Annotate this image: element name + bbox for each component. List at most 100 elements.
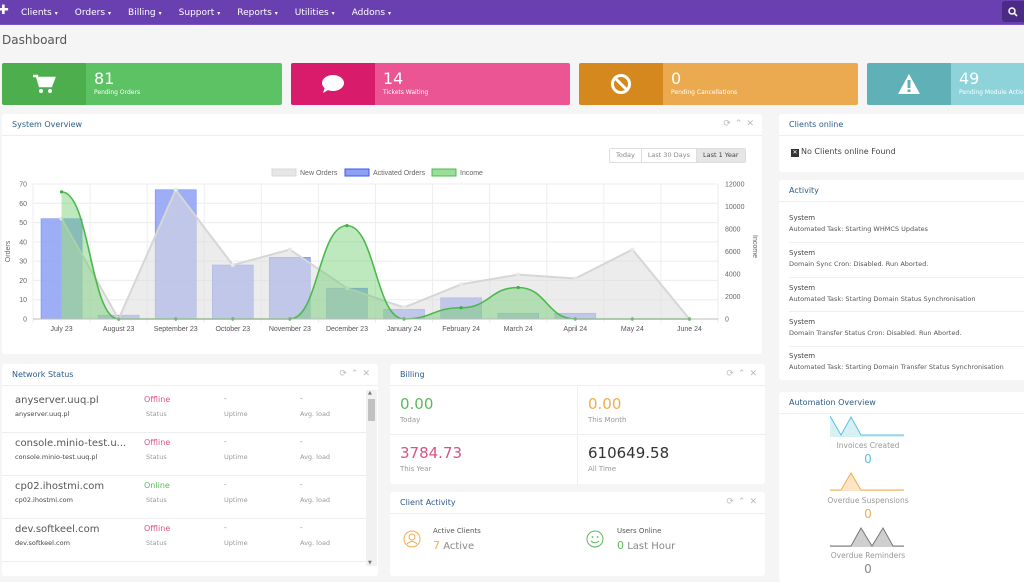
scrollbar-thumb[interactable] xyxy=(368,399,375,421)
status-label: Status xyxy=(146,410,167,418)
uptime-value: - xyxy=(224,438,227,446)
x-tick-label: September 23 xyxy=(154,326,198,333)
activity-item: System Automated Task: Starting Domain S… xyxy=(789,284,976,303)
active-suffix: Active xyxy=(443,541,475,552)
network-scrollbar[interactable]: ▲ ▼ xyxy=(366,390,377,566)
activity-item: System Domain Transfer Status Cron: Disa… xyxy=(789,318,962,337)
refresh-icon[interactable]: ⟳ xyxy=(726,369,734,379)
network-row[interactable]: dev.softkeel.com dev.softkeel.com Offlin… xyxy=(2,519,367,562)
stat-tickets-waiting[interactable]: 14 Tickets Waiting xyxy=(291,63,570,105)
activity-what: Domain Sync Cron: Disabled. Run Aborted. xyxy=(789,260,929,268)
legend-swatch xyxy=(344,168,370,177)
server-status: Offline xyxy=(144,395,171,404)
load-value: - xyxy=(300,481,303,489)
uptime-label: Uptime xyxy=(224,453,248,461)
panel-title: Clients online xyxy=(789,120,844,129)
divider xyxy=(789,346,1024,347)
new-orders-point xyxy=(230,263,235,267)
nav-utilities[interactable]: Utilities ▾ xyxy=(295,8,335,18)
legend-label: Income xyxy=(460,170,483,177)
network-status-panel: Network Status ⟳ ⌃ ✕ anyserver.uuq.pl an… xyxy=(2,364,378,576)
automation-label: Invoices Created xyxy=(836,441,900,450)
x-tick-label: June 24 xyxy=(677,326,702,333)
collapse-icon[interactable]: ⌃ xyxy=(738,369,746,379)
uptime-value: - xyxy=(224,524,227,532)
activity-panel: Activity xyxy=(779,180,1024,380)
refresh-icon[interactable]: ⟳ xyxy=(339,369,347,379)
scroll-down-icon[interactable]: ▼ xyxy=(368,560,372,566)
nav-clients[interactable]: Clients ▾ xyxy=(21,8,58,18)
close-icon[interactable]: ✕ xyxy=(362,369,370,379)
load-label: Avg. load xyxy=(300,453,331,461)
status-label: Status xyxy=(146,453,167,461)
stat-pending-cancellations[interactable]: 0 Pending Cancellations xyxy=(579,63,858,105)
panel-title: Network Status xyxy=(12,370,74,379)
new-orders-point xyxy=(516,272,521,277)
stat-value: 49 xyxy=(959,69,980,88)
x-tick-label: October 23 xyxy=(215,326,250,333)
new-orders-point xyxy=(287,247,292,252)
activity-what: Domain Transfer Status Cron: Disabled. R… xyxy=(789,329,962,337)
server-name: cp02.ihostmi.com xyxy=(15,481,105,492)
server-host: cp02.ihostmi.com xyxy=(15,496,73,504)
collapse-icon[interactable]: ⌃ xyxy=(351,369,359,379)
search-button[interactable] xyxy=(1002,1,1024,22)
users-online-label: Users Online xyxy=(617,527,662,535)
system-overview-chart: New Orders Activated Orders Income 0 10 20 30… xyxy=(5,168,758,333)
server-status: Online xyxy=(144,481,170,490)
activity-who: System xyxy=(789,318,816,326)
nav-billing[interactable]: Billing ▾ xyxy=(128,8,162,18)
activity-what: Automated Task: Starting Domain Status S… xyxy=(789,295,976,303)
close-icon[interactable]: ✕ xyxy=(746,119,754,129)
billing-value: 610649.58 xyxy=(588,444,670,462)
activity-what: Automated Task: Starting Domain Transfer… xyxy=(789,363,1004,371)
new-orders-point xyxy=(630,247,635,252)
load-value: - xyxy=(300,524,303,532)
y2-axis-label: Income xyxy=(751,235,758,258)
close-icon[interactable]: ✕ xyxy=(749,497,757,507)
income-point xyxy=(345,224,349,228)
nav-reports[interactable]: Reports ▾ xyxy=(237,8,278,18)
collapse-icon[interactable]: ⌃ xyxy=(738,497,746,507)
collapse-icon[interactable]: ⌃ xyxy=(735,119,743,129)
billing-panel: Billing ⟳ ⌃ ✕ 0.00 Today 0.00 This Month… xyxy=(390,364,766,484)
server-status: Offline xyxy=(144,438,171,447)
stat-pending-module-actions[interactable]: 49 Pending Module Actions xyxy=(867,63,1024,105)
nav-addons[interactable]: Addons ▾ xyxy=(352,8,391,18)
scroll-up-icon[interactable]: ▲ xyxy=(368,390,372,396)
panel-title: Automation Overview xyxy=(789,398,876,407)
y-tick-label: 70 xyxy=(19,182,27,189)
x-tick-label: May 24 xyxy=(621,326,644,333)
status-label: Status xyxy=(146,496,167,504)
activity-item: System Automated Task: Starting WHMCS Up… xyxy=(789,214,928,233)
nav-orders[interactable]: Orders ▾ xyxy=(75,8,111,18)
stat-pending-orders[interactable]: 81 Pending Orders xyxy=(2,63,282,105)
billing-label: All Time xyxy=(588,465,617,473)
close-icon[interactable]: ✕ xyxy=(749,369,757,379)
refresh-icon[interactable]: ⟳ xyxy=(723,119,731,129)
stat-label: Pending Orders xyxy=(94,89,141,96)
refresh-icon[interactable]: ⟳ xyxy=(726,497,734,507)
uptime-label: Uptime xyxy=(224,410,248,418)
server-status: Offline xyxy=(144,524,171,533)
billing-label: This Year xyxy=(400,465,432,473)
caret-down-icon: ▾ xyxy=(217,9,221,17)
new-orders-point xyxy=(173,187,178,192)
x-tick-label: April 24 xyxy=(563,326,587,333)
user-icon xyxy=(403,530,421,548)
new-orders-point xyxy=(402,305,407,310)
stat-label: Tickets Waiting xyxy=(383,89,429,96)
activity-who: System xyxy=(789,214,816,222)
active-count: 7 xyxy=(433,539,440,552)
plus-icon[interactable]: ✚ xyxy=(0,3,9,18)
y-tick-label: 0 xyxy=(23,317,27,324)
network-row[interactable]: anyserver.uuq.pl anyserver.uuq.pl Offlin… xyxy=(2,390,367,433)
stat-value: 14 xyxy=(383,69,404,88)
network-row[interactable]: cp02.ihostmi.com cp02.ihostmi.com Online… xyxy=(2,476,367,519)
main-menu: Clients ▾ Orders ▾ Billing ▾ Support ▾ Repor… xyxy=(21,0,408,25)
load-label: Avg. load xyxy=(300,410,331,418)
top-navbar: ✚ Clients ▾ Orders ▾ Billing ▾ Support ▾ Rep… xyxy=(0,0,1024,25)
activity-who: System xyxy=(789,352,816,360)
nav-support[interactable]: Support ▾ xyxy=(179,8,221,18)
network-row[interactable]: console.minio-test.u... console.minio-te… xyxy=(2,433,367,476)
